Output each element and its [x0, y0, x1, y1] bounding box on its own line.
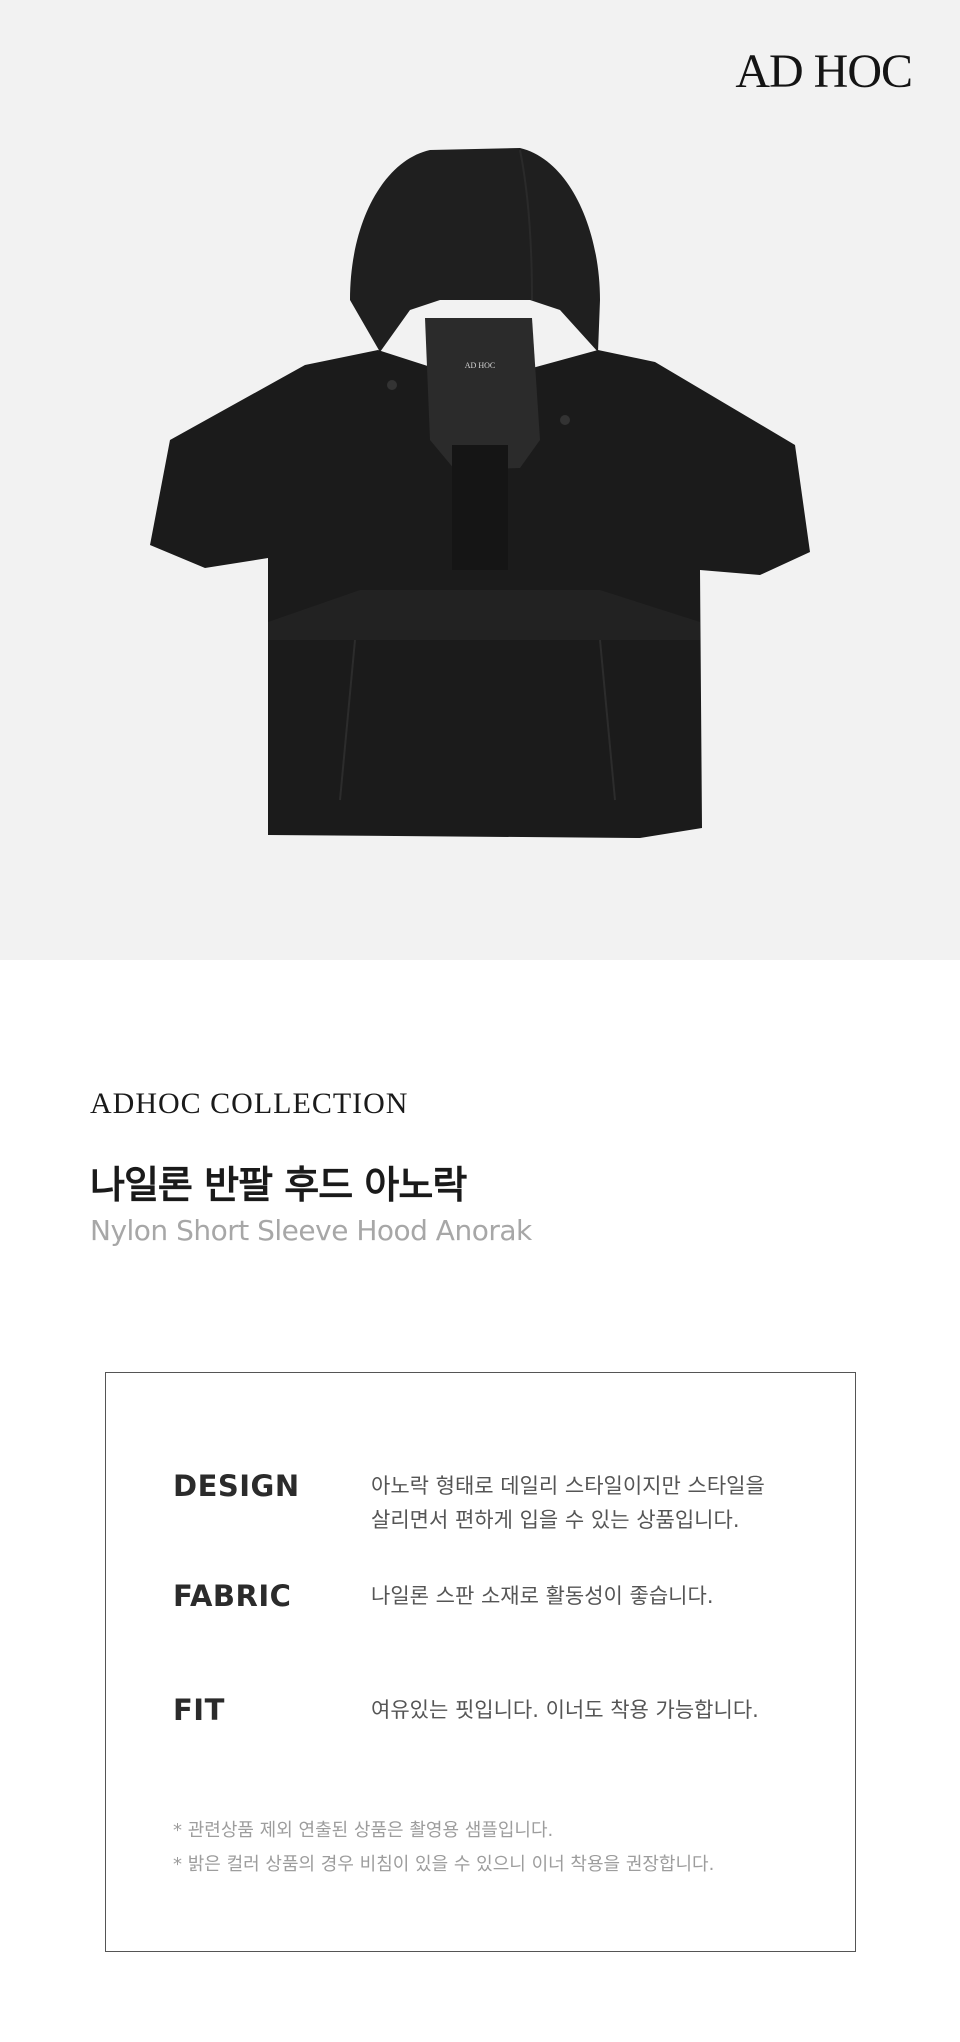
- spec-line: 아노락 형태로 데일리 스타일이지만 스타일을: [371, 1474, 765, 1498]
- note-sample: * 관련상품 제외 연출된 상품은 촬영용 샘플입니다.: [173, 1820, 554, 1841]
- drawcord-toggle-left: [387, 380, 397, 390]
- note-see-through: * 밝은 컬러 상품의 경우 비침이 있을 수 있으니 이너 착용을 권장합니다…: [173, 1854, 715, 1875]
- spec-line: 여유있는 핏입니다. 이너도 착용 가능합니다.: [371, 1698, 759, 1722]
- product-name-korean: 나일론 반팔 후드 아노락: [90, 1163, 467, 1207]
- spec-table: DESIGN 아노락 형태로 데일리 스타일이지만 스타일을 살리면서 편하게 …: [105, 1372, 856, 1952]
- spec-description: 나일론 스판 소재로 활동성이 좋습니다.: [371, 1579, 811, 1613]
- spec-label: DESIGN: [173, 1469, 300, 1503]
- product-name-english: Nylon Short Sleeve Hood Anorak: [90, 1214, 532, 1247]
- brand-logo: AD HOC: [735, 45, 913, 98]
- neck-label: AD HOC: [465, 361, 495, 370]
- hero-image-section: AD HOC AD HOC: [0, 0, 960, 960]
- spec-label: FABRIC: [173, 1579, 292, 1613]
- spec-description: 아노락 형태로 데일리 스타일이지만 스타일을 살리면서 편하게 입을 수 있는…: [371, 1469, 811, 1537]
- drawcord-toggle-right: [560, 415, 570, 425]
- spec-label: FIT: [173, 1693, 225, 1727]
- spec-description: 여유있는 핏입니다. 이너도 착용 가능합니다.: [371, 1693, 811, 1727]
- collection-title: ADHOC COLLECTION: [90, 1087, 409, 1120]
- spec-line: 나일론 스판 소재로 활동성이 좋습니다.: [371, 1584, 714, 1608]
- spec-line: 살리면서 편하게 입을 수 있는 상품입니다.: [371, 1508, 740, 1532]
- product-photo: AD HOC: [150, 148, 810, 838]
- zip-placket: [452, 445, 508, 570]
